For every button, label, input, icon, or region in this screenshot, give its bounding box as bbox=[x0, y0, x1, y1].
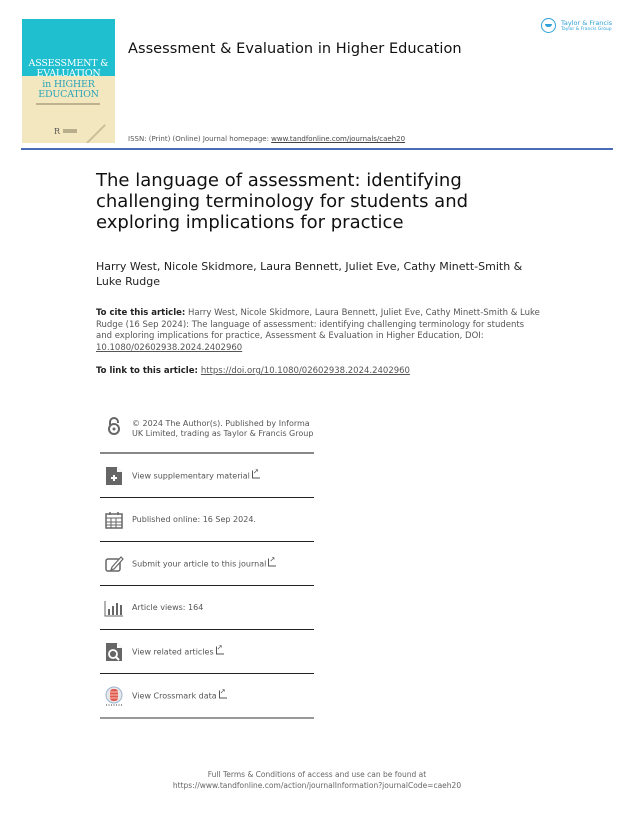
cite-doi-link[interactable]: 10.1080/02602938.2024.2402960 bbox=[96, 343, 242, 353]
supplementary-row[interactable]: View supplementary material bbox=[100, 454, 314, 498]
external-link-icon bbox=[215, 642, 224, 654]
header-divider bbox=[21, 148, 613, 150]
crossmark-icon bbox=[105, 686, 123, 705]
issn-line: ISSN: (Print) (Online) Journal homepage:… bbox=[128, 135, 405, 143]
footer-terms: Full Terms & Conditions of access and us… bbox=[207, 770, 427, 779]
article-doi-link[interactable]: https://doi.org/10.1080/02602938.2024.24… bbox=[201, 366, 410, 376]
supplementary-link[interactable]: View supplementary material bbox=[132, 466, 314, 481]
crossmark-link[interactable]: View Crossmark data bbox=[132, 686, 314, 701]
cover-volume-line bbox=[36, 103, 100, 105]
external-link-icon bbox=[218, 686, 227, 698]
article-link-line: To link to this article: https://doi.org… bbox=[96, 366, 541, 376]
submit-label: Submit your article to this journal bbox=[132, 559, 267, 568]
cover-decoration bbox=[86, 124, 106, 143]
crossmark-label: View Crossmark data bbox=[132, 691, 217, 700]
publisher-name: Taylor & Francis bbox=[561, 19, 613, 27]
external-link-icon bbox=[251, 466, 260, 478]
journal-homepage-link[interactable]: www.tandfonline.com/journals/caeh20 bbox=[271, 135, 405, 143]
footer-terms-url[interactable]: https://www.tandfonline.com/action/journ… bbox=[0, 780, 634, 791]
journal-title: Assessment & Evaluation in Higher Educat… bbox=[128, 41, 462, 57]
related-label: View related articles bbox=[132, 647, 214, 656]
submit-row[interactable]: Submit your article to this journal bbox=[100, 542, 314, 586]
crossmark-row[interactable]: View Crossmark data bbox=[100, 674, 314, 719]
article-info-panel: © 2024 The Author(s). Published by Infor… bbox=[100, 412, 314, 719]
cover-title-line: EDUCATION bbox=[38, 89, 99, 100]
copyright-text: © 2024 The Author(s). Published by Infor… bbox=[132, 419, 314, 438]
related-articles-link[interactable]: View related articles bbox=[132, 642, 314, 657]
article-title: The language of assessment: identifying … bbox=[96, 170, 469, 233]
related-row[interactable]: View related articles bbox=[100, 630, 314, 674]
issn-text: ISSN: (Print) (Online) Journal homepage: bbox=[128, 135, 272, 143]
link-label: To link to this article: bbox=[96, 366, 201, 376]
views-row: Article views: 164 bbox=[100, 586, 314, 630]
cover-title-bottom: in HIGHER EDUCATION bbox=[22, 80, 115, 100]
taylor-francis-logo: Taylor & Francis Taylor & Francis Group bbox=[539, 16, 613, 38]
publisher-subtitle: Taylor & Francis Group bbox=[561, 27, 612, 32]
supplementary-label: View supplementary material bbox=[132, 471, 250, 480]
article-views: Article views: 164 bbox=[132, 602, 204, 612]
published-row: Published online: 16 Sep 2024. bbox=[100, 498, 314, 542]
article-authors: Harry West, Nicole Skidmore, Laura Benne… bbox=[96, 260, 523, 288]
cover-title-top: ASSESSMENT & EVALUATION bbox=[22, 59, 115, 79]
external-link-icon bbox=[268, 554, 277, 566]
open-access-row: © 2024 The Author(s). Published by Infor… bbox=[100, 412, 314, 454]
open-access-lock-icon bbox=[108, 417, 120, 435]
footer: Full Terms & Conditions of access and us… bbox=[0, 769, 634, 791]
taylor-francis-lamp-icon bbox=[541, 18, 556, 33]
edit-pencil-icon bbox=[105, 555, 124, 572]
calendar-icon bbox=[105, 511, 123, 529]
bar-chart-icon bbox=[104, 600, 123, 616]
cite-label: To cite this article: bbox=[96, 308, 186, 318]
citation-block: To cite this article: Harry West, Nicole… bbox=[96, 308, 541, 354]
routledge-logo-icon: R bbox=[54, 127, 61, 136]
routledge-logo-text bbox=[63, 129, 77, 133]
related-articles-search-icon bbox=[106, 642, 122, 661]
submit-article-link[interactable]: Submit your article to this journal bbox=[132, 554, 314, 569]
journal-cover-image: ASSESSMENT & EVALUATION in HIGHER EDUCAT… bbox=[22, 19, 115, 143]
cover-title-line: EVALUATION bbox=[36, 68, 101, 79]
published-date: Published online: 16 Sep 2024. bbox=[132, 514, 256, 524]
supplementary-file-icon bbox=[106, 466, 122, 485]
